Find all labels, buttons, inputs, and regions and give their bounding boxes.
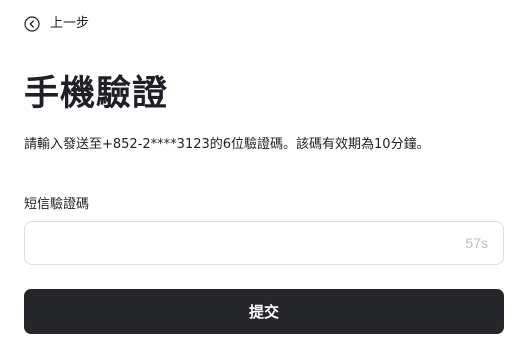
- instruction-text: 請輸入發送至+852-2****3123的6位驗證碼。該碼有效期為10分鐘。: [24, 137, 430, 152]
- resend-countdown: 57s: [465, 235, 488, 251]
- back-label: 上一步: [50, 16, 90, 31]
- page-title: 手機驗證: [24, 74, 169, 114]
- sms-code-field[interactable]: 57s: [24, 221, 504, 265]
- sms-code-input[interactable]: [25, 223, 466, 263]
- sms-code-label: 短信驗證碼: [24, 197, 90, 212]
- back-link[interactable]: 上一步: [24, 15, 89, 33]
- submit-button[interactable]: 提交: [24, 289, 504, 334]
- chevron-left-circle-icon: [24, 16, 40, 32]
